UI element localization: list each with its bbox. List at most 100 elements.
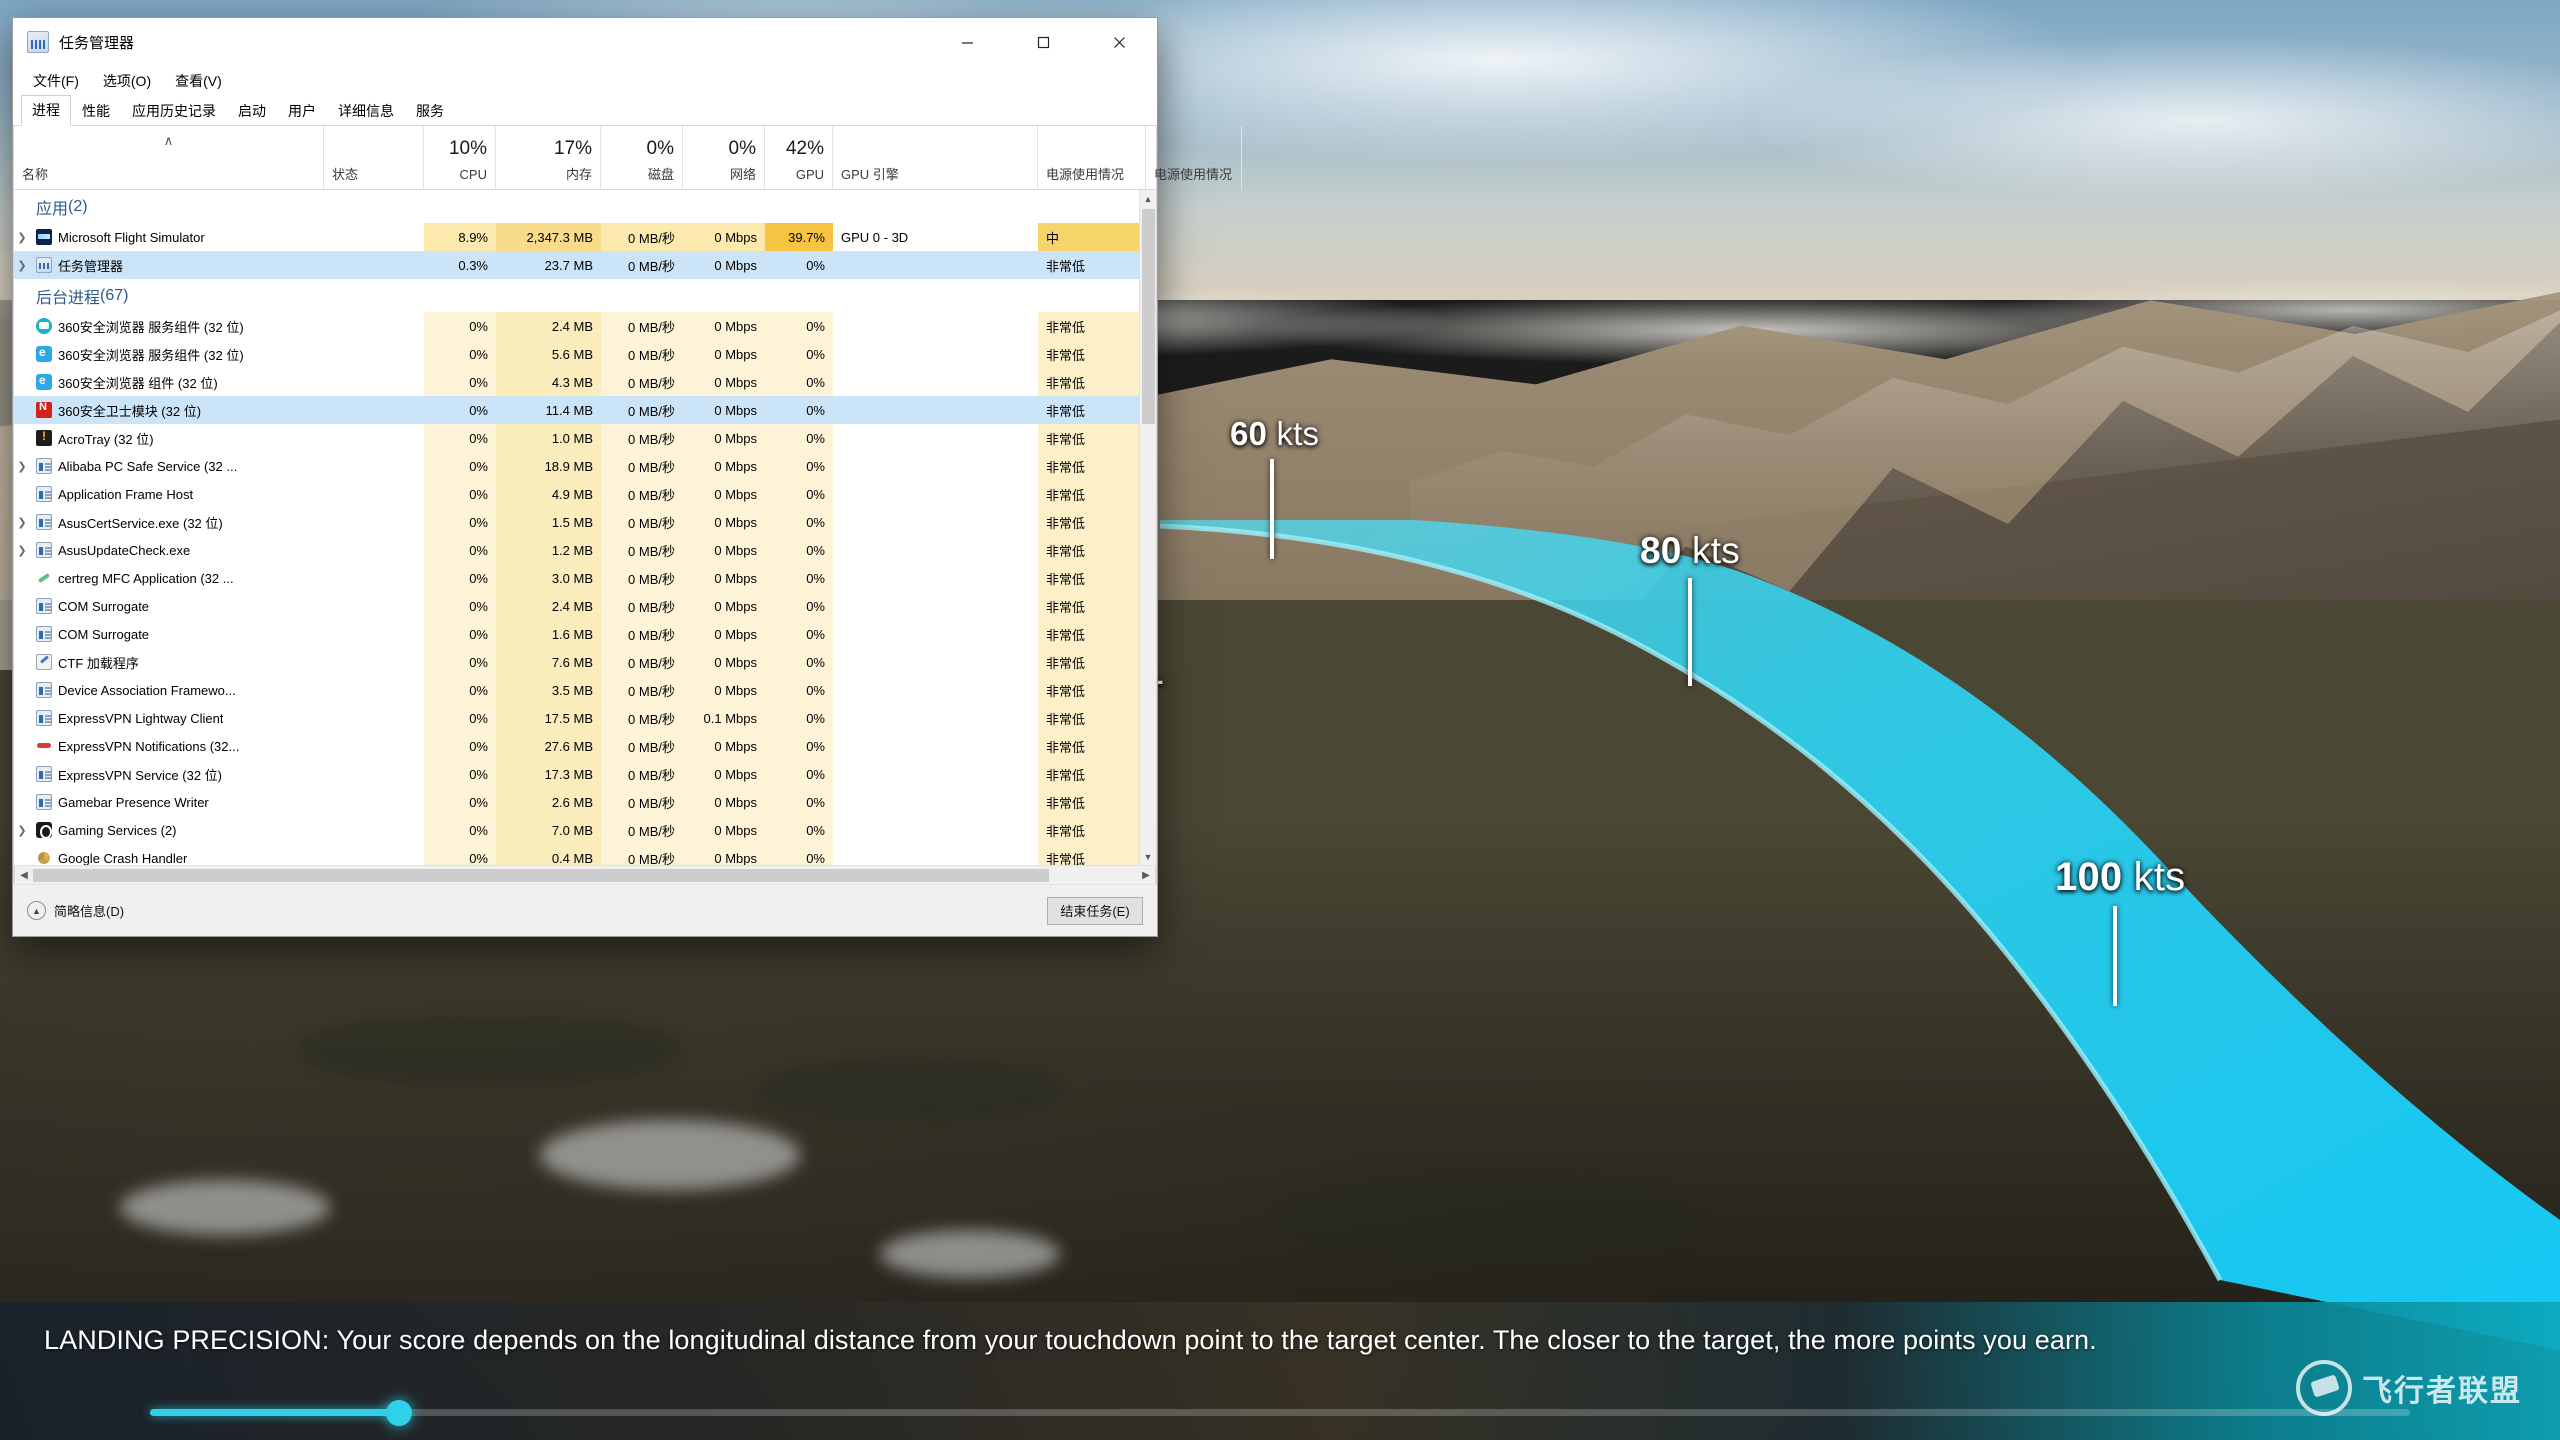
scroll-up-icon[interactable]: ▲: [1140, 190, 1156, 207]
table-row[interactable]: 360安全浏览器 组件 (32 位)0%4.3 MB0 MB/秒0 Mbps0%…: [14, 368, 1156, 396]
menu-item-1[interactable]: 选项(O): [93, 68, 161, 94]
cell-pw1: 非常低: [1038, 620, 1146, 648]
cell-disk: 0 MB/秒: [601, 788, 683, 816]
process-list-scroll-area[interactable]: 应用 (2) ❯ Microsoft Flight Simulator 8.9% 2,3…: [14, 190, 1156, 865]
table-row[interactable]: 360安全浏览器 服务组件 (32 位) 0% 2.4 MB 0 MB/秒 0 Mbps…: [14, 312, 1156, 340]
cell-status: [324, 508, 424, 536]
process-list[interactable]: 应用 (2) ❯ Microsoft Flight Simulator 8.9% 2,3…: [14, 190, 1156, 865]
maximize-button[interactable]: [1005, 18, 1081, 66]
fewer-details-button[interactable]: ▲ 简略信息(D): [27, 901, 124, 920]
cell-pw1: 非常低: [1038, 396, 1146, 424]
cell-status: [324, 368, 424, 396]
column-header-disk[interactable]: 0% 磁盘: [601, 126, 683, 189]
horizontal-scroll-track[interactable]: [33, 868, 1137, 882]
cell-gpu: 0%: [765, 788, 833, 816]
cell-eng: [833, 788, 1038, 816]
table-row[interactable]: ❯ AsusCertService.exe (32 位) 0% 1.5 MB 0 MB/…: [14, 508, 1156, 536]
cell-gpu: 0%: [765, 592, 833, 620]
column-header-pw2[interactable]: 电源使用情况: [1146, 126, 1242, 189]
cell-status: [324, 732, 424, 760]
chevron-right-icon[interactable]: ❯: [14, 824, 30, 837]
column-header-status[interactable]: 状态: [324, 126, 424, 189]
process-name-cell: certreg MFC Application (32 ...: [14, 564, 324, 592]
cell-cpu: 0%: [424, 620, 496, 648]
task-manager-window[interactable]: 任务管理器 文件(F) 选项(O) 查看(V) 进程 性能 应用历史记录 启动 用户 详细信息…: [12, 17, 1242, 937]
scroll-right-icon[interactable]: ▶: [1137, 870, 1155, 881]
column-header-mem[interactable]: 17% 内存: [496, 126, 601, 189]
cell-pw1: 非常低: [1038, 452, 1146, 480]
minimize-button[interactable]: [929, 18, 1005, 66]
table-row[interactable]: certreg MFC Application (32 ... 0% 3.0 MB 0…: [14, 564, 1156, 592]
table-row[interactable]: COM Surrogate0%2.4 MB0 MB/秒0 Mbps0%非常低非常…: [14, 592, 1156, 620]
cell-disk: 0 MB/秒: [601, 732, 683, 760]
vertical-scrollbar[interactable]: ▲ ▼: [1139, 190, 1156, 865]
process-name-cell: ❯ Alibaba PC Safe Service (32 ...: [14, 452, 324, 480]
cell-net: 0 Mbps: [683, 676, 765, 704]
cell-net: 0 Mbps: [683, 844, 765, 865]
cell-eng: [833, 844, 1038, 865]
table-row[interactable]: Google Crash Handler 0% 0.4 MB 0 MB/秒 0 Mbps…: [14, 844, 1156, 865]
column-header-eng[interactable]: GPU 引擎: [833, 126, 1038, 189]
close-button[interactable]: [1081, 18, 1157, 66]
table-row[interactable]: CTF 加载程序0%7.6 MB0 MB/秒0 Mbps0%非常低非常低: [14, 648, 1156, 676]
table-row[interactable]: ❯ AsusUpdateCheck.exe 0% 1.2 MB 0 MB/秒 0 Mbps…: [14, 536, 1156, 564]
table-row[interactable]: COM Surrogate0%1.6 MB0 MB/秒0 Mbps0%非常低非常…: [14, 620, 1156, 648]
tab-1[interactable]: 性能: [71, 96, 121, 126]
process-name-label: AcroTray (32 位): [58, 431, 154, 447]
tab-3[interactable]: 启动: [227, 96, 277, 126]
process-name-label: Microsoft Flight Simulator: [58, 229, 205, 245]
table-row[interactable]: Gamebar Presence Writer 0% 2.6 MB 0 MB/秒 0 M…: [14, 788, 1156, 816]
cell-disk: 0 MB/秒: [601, 223, 683, 251]
column-header-net[interactable]: 0% 网络: [683, 126, 765, 189]
cell-cpu: 0%: [424, 564, 496, 592]
cell-disk: 0 MB/秒: [601, 312, 683, 340]
end-task-button[interactable]: 结束任务(E): [1047, 896, 1143, 925]
cell-status: [324, 251, 424, 279]
table-row[interactable]: 360安全浏览器 服务组件 (32 位)0%5.6 MB0 MB/秒0 Mbps…: [14, 340, 1156, 368]
table-row[interactable]: ❯任务管理器0.3%23.7 MB0 MB/秒0 Mbps0%非常低非常低: [14, 251, 1156, 279]
table-row[interactable]: ❯ Gaming Services (2) 0% 7.0 MB 0 MB/秒 0 Mbps…: [14, 816, 1156, 844]
table-row[interactable]: ExpressVPN Service (32 位) 0% 17.3 MB 0 MB/秒…: [14, 760, 1156, 788]
chevron-right-icon[interactable]: ❯: [14, 259, 30, 272]
table-row[interactable]: ExpressVPN Lightway Client 0% 17.5 MB 0 MB/…: [14, 704, 1156, 732]
tab-2[interactable]: 应用历史记录: [121, 96, 227, 126]
tab-4[interactable]: 用户: [277, 96, 327, 126]
chevron-right-icon[interactable]: ❯: [14, 460, 30, 473]
column-header-gpu[interactable]: 42% GPU: [765, 126, 833, 189]
table-row[interactable]: 360安全卫士模块 (32 位)0%11.4 MB0 MB/秒0 Mbps0%非…: [14, 396, 1156, 424]
horizontal-scrollbar[interactable]: ◀ ▶: [14, 865, 1156, 884]
cell-status: [324, 312, 424, 340]
table-row[interactable]: AcroTray (32 位)0%1.0 MB0 MB/秒0 Mbps0%非常低…: [14, 424, 1156, 452]
table-row[interactable]: ExpressVPN Notifications (32... 0% 27.6 MB…: [14, 732, 1156, 760]
cell-net: 0 Mbps: [683, 620, 765, 648]
menu-item-0[interactable]: 文件(F): [23, 68, 89, 94]
column-header-label: 电源使用情况: [1046, 167, 1125, 182]
tab-5[interactable]: 详细信息: [327, 96, 405, 126]
table-header-row[interactable]: ∧ 名称 状态 10% CPU 17% 内存 0% 磁盘 0% 网络 42% GPU GPU 引擎 电源使用…: [14, 126, 1242, 190]
menu-bar[interactable]: 文件(F) 选项(O) 查看(V): [13, 66, 1157, 96]
tab-0[interactable]: 进程: [21, 95, 71, 126]
horizontal-scroll-thumb[interactable]: [33, 868, 1049, 882]
cell-pw1: 非常低: [1038, 732, 1146, 760]
tab-6[interactable]: 服务: [405, 96, 455, 126]
column-header-pw1[interactable]: 电源使用情况: [1038, 126, 1146, 189]
table-row[interactable]: ❯ Alibaba PC Safe Service (32 ... 0% 18.9 M…: [14, 452, 1156, 480]
scroll-down-icon[interactable]: ▼: [1140, 848, 1156, 865]
titlebar[interactable]: 任务管理器: [13, 18, 1157, 66]
scroll-left-icon[interactable]: ◀: [15, 870, 33, 881]
process-name-cell: AcroTray (32 位): [14, 424, 324, 452]
column-header-cpu[interactable]: 10% CPU: [424, 126, 496, 189]
chevron-right-icon[interactable]: ❯: [14, 544, 30, 557]
chevron-right-icon[interactable]: ❯: [14, 231, 30, 244]
table-row[interactable]: Application Frame Host 0% 4.9 MB 0 MB/秒 0 Mb…: [14, 480, 1156, 508]
process-group-header[interactable]: 应用 (2): [14, 190, 1156, 223]
table-row[interactable]: ❯ Microsoft Flight Simulator 8.9% 2,347.3 M…: [14, 223, 1156, 251]
column-header-name[interactable]: ∧ 名称: [14, 126, 324, 189]
table-row[interactable]: Device Association Framewo... 0% 3.5 MB 0 M…: [14, 676, 1156, 704]
cell-mem: 17.5 MB: [496, 704, 601, 732]
menu-item-2[interactable]: 查看(V): [165, 68, 232, 94]
tab-bar[interactable]: 进程 性能 应用历史记录 启动 用户 详细信息 服务: [13, 95, 1157, 126]
process-group-header[interactable]: 后台进程 (67): [14, 279, 1156, 312]
vertical-scroll-thumb[interactable]: [1142, 209, 1155, 424]
chevron-right-icon[interactable]: ❯: [14, 516, 30, 529]
